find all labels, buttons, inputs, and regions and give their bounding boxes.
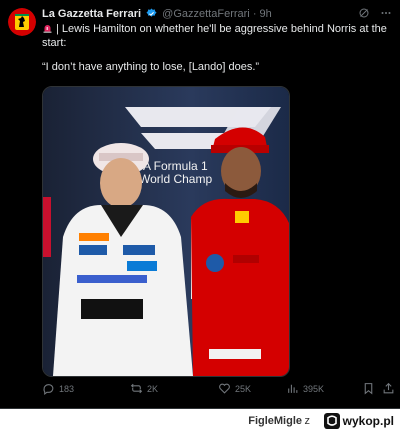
more-icon[interactable] xyxy=(380,7,392,22)
like-button[interactable]: 25K xyxy=(218,382,251,395)
tweet-image[interactable]: A Formula 1 World Champ xyxy=(42,86,290,377)
backdrop-text-2: World Champ xyxy=(139,172,212,186)
ferrari-horse-icon xyxy=(8,8,36,36)
repost-count: 2K xyxy=(147,383,159,394)
verified-badge-icon xyxy=(146,8,157,22)
author-name[interactable]: La Gazzetta Ferrari xyxy=(42,8,141,20)
avatar[interactable] xyxy=(8,8,36,36)
action-bar: 183 2K 25K 395K xyxy=(42,382,395,398)
share-icon xyxy=(383,382,394,394)
tweet-header: La Gazzetta Ferrari @GazzettaFerrari · 9… xyxy=(42,8,392,22)
views-count: 395K xyxy=(303,383,325,394)
siren-icon xyxy=(42,23,53,34)
watermark-bar: FigleMigle z wykop.pl xyxy=(0,409,400,433)
views-icon xyxy=(288,384,298,393)
bookmark-icon xyxy=(364,383,373,395)
tweet[interactable]: La Gazzetta Ferrari @GazzettaFerrari · 9… xyxy=(0,0,400,408)
grok-icon[interactable] xyxy=(358,7,370,22)
repost-button[interactable]: 2K xyxy=(130,382,158,395)
via-symbol: z xyxy=(304,415,311,427)
author-handle[interactable]: @GazzettaFerrari xyxy=(162,8,250,20)
reply-count: 183 xyxy=(59,383,75,394)
headline-line: | Lewis Hamilton on whether he'll be agg… xyxy=(42,22,392,36)
backdrop-text-1: A Formula 1 xyxy=(143,159,208,173)
headline-continued: start: xyxy=(42,37,67,49)
reply-button[interactable]: 183 xyxy=(42,382,74,395)
site-logo[interactable]: wykop.pl xyxy=(323,413,394,429)
site-name: wykop.pl xyxy=(342,414,394,428)
uploader-name[interactable]: FigleMigle xyxy=(248,415,302,427)
drivers-photo: A Formula 1 World Champ xyxy=(43,87,289,376)
repost-icon xyxy=(130,383,143,394)
views-button[interactable]: 395K xyxy=(286,382,324,395)
bookmark-button[interactable] xyxy=(362,382,375,395)
like-count: 25K xyxy=(235,383,252,394)
header-tools xyxy=(358,7,392,22)
quote-text: “I don’t have anything to lose, [Lando] … xyxy=(42,61,260,73)
wykop-logo-icon xyxy=(323,413,340,429)
heart-icon xyxy=(219,383,230,394)
share-button[interactable] xyxy=(382,382,395,395)
reply-icon xyxy=(43,384,54,395)
tweet-text: | Lewis Hamilton on whether he'll be agg… xyxy=(42,22,392,74)
separator: · xyxy=(252,8,257,20)
headline-text: | Lewis Hamilton on whether he'll be agg… xyxy=(56,23,387,35)
timestamp[interactable]: 9h xyxy=(260,8,272,20)
